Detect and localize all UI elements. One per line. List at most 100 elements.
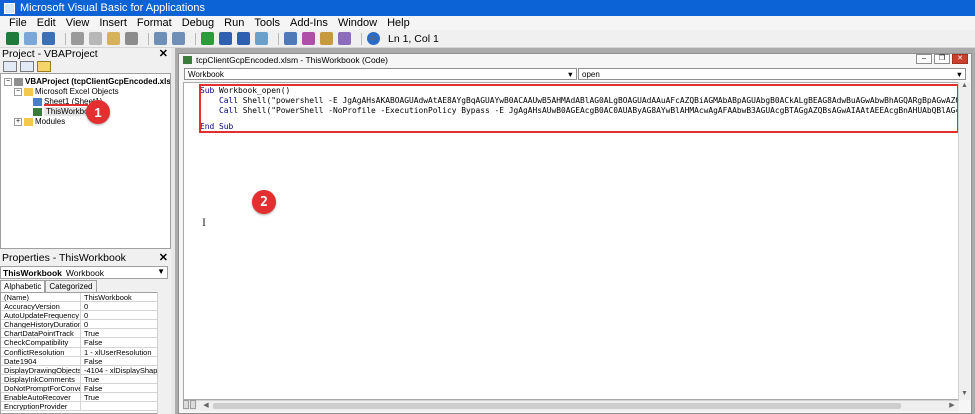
horizontal-scrollbar[interactable]: ◀ ▶: [183, 400, 959, 411]
save-icon[interactable]: [42, 32, 55, 45]
property-row[interactable]: ChartDataPointTrack True: [1, 329, 167, 339]
property-name: (Name): [1, 293, 81, 302]
property-value[interactable]: ThisWorkbook: [81, 293, 167, 301]
property-name: ChartDataPointTrack: [1, 329, 81, 338]
property-row[interactable]: ConflictResolution 1 - xlUserResolution: [1, 347, 167, 357]
properties-object-select[interactable]: ThisWorkbook Workbook ▼: [0, 266, 168, 279]
property-row[interactable]: DisplayInkComments True: [1, 374, 167, 384]
toolbar-separator: [65, 32, 66, 45]
scroll-up-icon[interactable]: ▲: [959, 82, 970, 92]
property-value[interactable]: [81, 402, 167, 410]
property-row[interactable]: CheckCompatibility False: [1, 338, 167, 348]
property-value[interactable]: 0: [81, 311, 167, 319]
property-value[interactable]: False: [81, 357, 167, 365]
restore-icon[interactable]: ❐: [934, 54, 950, 64]
property-name: AccuracyVersion: [1, 302, 81, 311]
menu-add-ins[interactable]: Add-Ins: [285, 16, 333, 30]
cut-icon[interactable]: [71, 32, 84, 45]
property-name: Date1904: [1, 356, 81, 365]
chevron-down-icon[interactable]: ▼: [956, 69, 963, 80]
paste-icon[interactable]: [107, 32, 120, 45]
code-editor[interactable]: Sub Workbook_open() Call Shell("powershe…: [183, 82, 959, 400]
excel-icon[interactable]: [6, 32, 19, 45]
menu-format[interactable]: Format: [132, 16, 177, 30]
menu-window[interactable]: Window: [333, 16, 382, 30]
property-value[interactable]: True: [81, 375, 167, 383]
tree-folder-label: Microsoft Excel Objects: [35, 87, 119, 96]
break-icon[interactable]: [219, 32, 232, 45]
chevron-down-icon[interactable]: ▼: [567, 69, 574, 80]
menu-insert[interactable]: Insert: [94, 16, 132, 30]
procedure-dropdown[interactable]: open ▼: [578, 68, 966, 80]
project-pane-close-icon[interactable]: ✕: [159, 49, 168, 60]
object-browser-icon[interactable]: [320, 32, 333, 45]
property-value[interactable]: 0: [81, 320, 167, 328]
project-explorer-icon[interactable]: [284, 32, 297, 45]
view-code-icon[interactable]: [3, 61, 17, 72]
property-value[interactable]: False: [81, 384, 167, 392]
vertical-scrollbar[interactable]: ▲ ▼: [958, 82, 970, 400]
object-dropdown[interactable]: Workbook ▼: [184, 68, 577, 80]
property-row[interactable]: EncryptionProvider: [1, 402, 167, 412]
property-value[interactable]: True: [81, 393, 167, 401]
properties-pane-close-icon[interactable]: ✕: [159, 253, 168, 264]
toggle-folders-icon[interactable]: [37, 61, 51, 72]
collapse-icon[interactable]: −: [4, 77, 12, 86]
properties-icon[interactable]: [302, 32, 315, 45]
tree-project-label: VBAProject (tcpClientGcpEncoded.xlsm): [25, 77, 171, 86]
property-value[interactable]: 0: [81, 302, 167, 310]
property-row[interactable]: ChangeHistoryDuration 0: [1, 320, 167, 330]
copy-icon[interactable]: [89, 32, 102, 45]
view-object-icon[interactable]: [20, 61, 34, 72]
menu-edit[interactable]: Edit: [32, 16, 61, 30]
properties-scrollbar[interactable]: [157, 292, 168, 414]
property-row[interactable]: (Name) ThisWorkbook: [1, 293, 167, 303]
insert-userform-icon[interactable]: [24, 32, 37, 45]
tab-alphabetic[interactable]: Alphabetic: [0, 280, 46, 292]
title-bar: Microsoft Visual Basic for Applications: [0, 0, 975, 16]
menu-run[interactable]: Run: [219, 16, 249, 30]
menu-file[interactable]: File: [4, 16, 32, 30]
scrollbar-thumb[interactable]: [213, 403, 901, 409]
chevron-down-icon[interactable]: ▼: [157, 267, 165, 276]
property-value[interactable]: -4104 - xlDisplayShapes: [81, 366, 167, 374]
menu-view[interactable]: View: [61, 16, 95, 30]
full-module-view-icon[interactable]: [190, 400, 196, 409]
menu-help[interactable]: Help: [382, 16, 415, 30]
properties-pane-title: Properties - ThisWorkbook ✕: [0, 252, 171, 264]
run-icon[interactable]: [201, 32, 214, 45]
scroll-down-icon[interactable]: ▼: [959, 390, 970, 400]
tree-node-modules[interactable]: + Modules: [14, 117, 65, 126]
property-value[interactable]: False: [81, 338, 167, 346]
undo-icon[interactable]: [154, 32, 167, 45]
menu-tools[interactable]: Tools: [249, 16, 285, 30]
tree-node-project[interactable]: − VBAProject (tcpClientGcpEncoded.xlsm): [4, 77, 171, 86]
procedure-view-icon[interactable]: [183, 400, 189, 409]
project-pane-toolbar: [0, 60, 171, 73]
find-icon[interactable]: [125, 32, 138, 45]
design-mode-icon[interactable]: [255, 32, 268, 45]
property-row[interactable]: AccuracyVersion 0: [1, 302, 167, 312]
collapse-icon[interactable]: −: [14, 87, 22, 96]
tab-categorized[interactable]: Categorized: [45, 280, 97, 292]
menu-debug[interactable]: Debug: [177, 16, 219, 30]
toolbar-overflow-icon[interactable]: ≡: [370, 33, 380, 45]
property-row[interactable]: AutoUpdateFrequency 0: [1, 311, 167, 321]
redo-icon[interactable]: [172, 32, 185, 45]
scroll-right-icon[interactable]: ▶: [947, 401, 957, 411]
property-row[interactable]: Date1904 False: [1, 356, 167, 366]
property-row[interactable]: EnableAutoRecover True: [1, 393, 167, 403]
toolbox-icon[interactable]: [338, 32, 351, 45]
minimize-icon[interactable]: –: [916, 54, 932, 64]
property-value[interactable]: 1 - xlUserResolution: [81, 348, 167, 356]
property-value[interactable]: True: [81, 329, 167, 337]
close-icon[interactable]: ✕: [952, 54, 968, 64]
toolbar-separator: [361, 32, 362, 45]
property-row[interactable]: DisplayDrawingObjects -4104 - xlDisplaySh…: [1, 365, 167, 375]
reset-icon[interactable]: [237, 32, 250, 45]
scroll-left-icon[interactable]: ◀: [201, 401, 211, 411]
expand-icon[interactable]: +: [14, 117, 22, 126]
tree-node-excel-objects[interactable]: − Microsoft Excel Objects: [14, 87, 119, 96]
object-dropdown-value: Workbook: [188, 69, 224, 79]
property-row[interactable]: DoNotPromptForConvert False: [1, 383, 167, 394]
